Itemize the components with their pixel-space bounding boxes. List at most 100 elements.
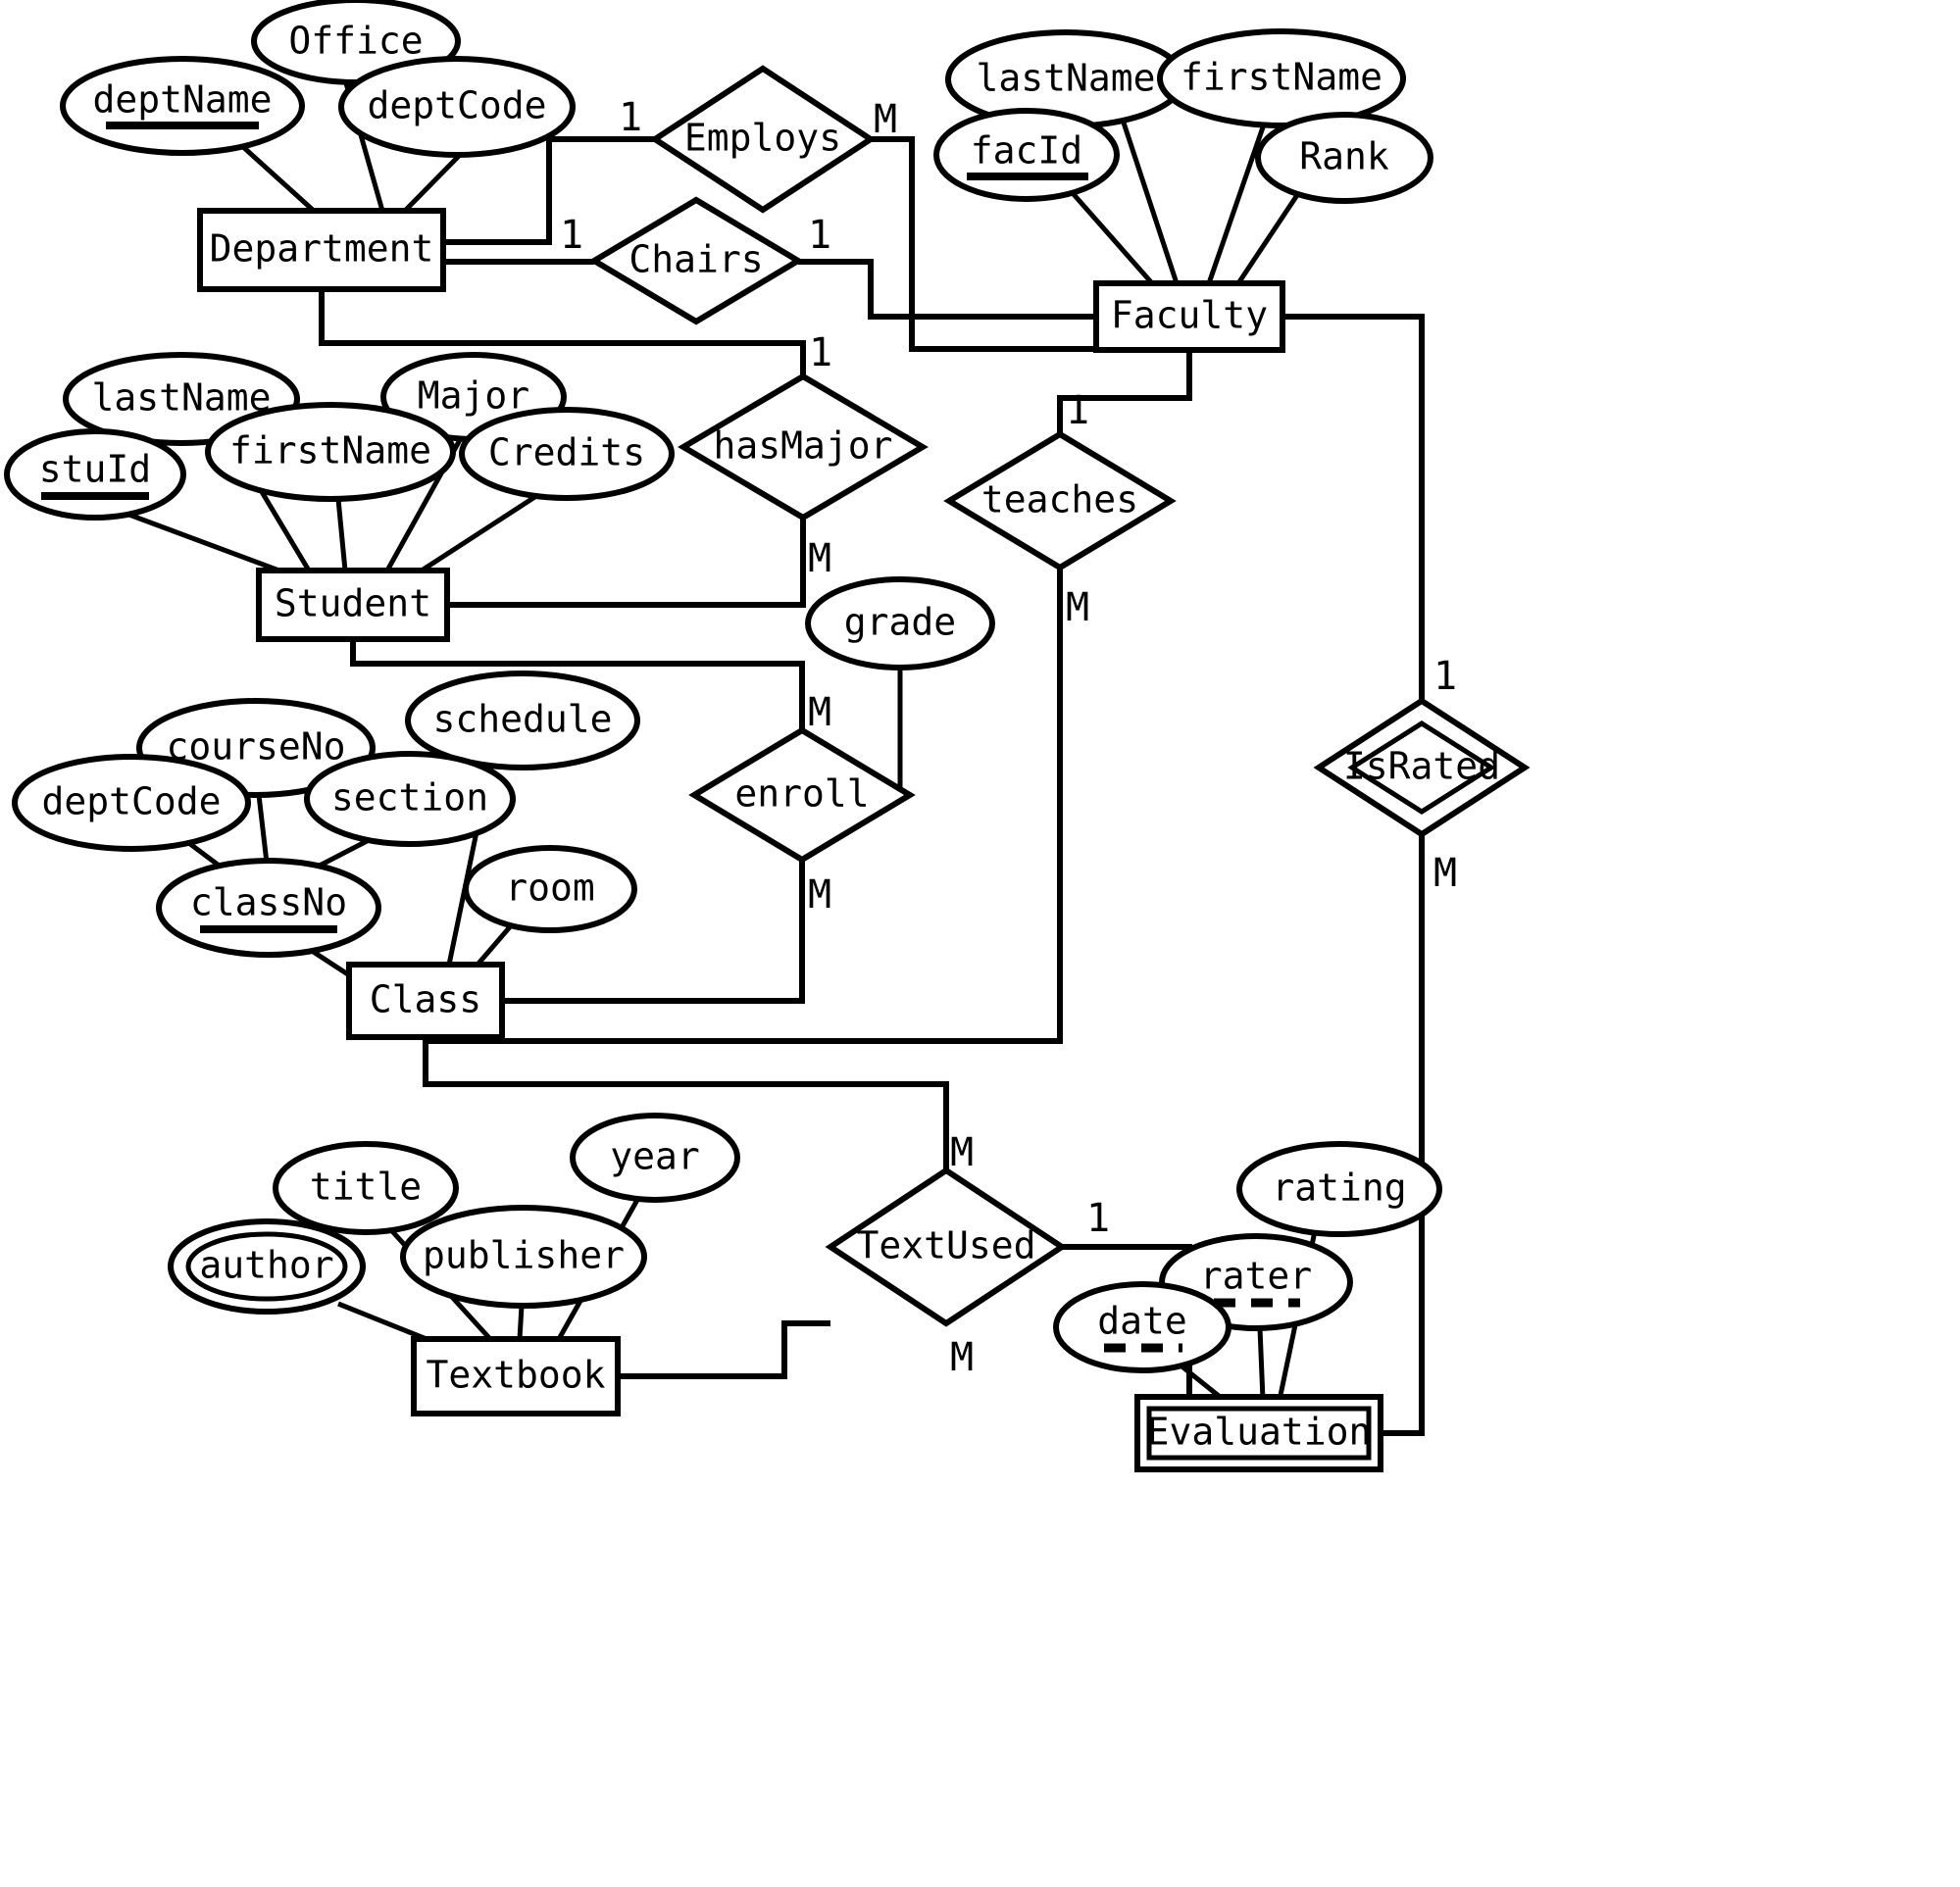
entity-department-label: Department xyxy=(210,227,434,271)
edge-textused-textbook xyxy=(618,1320,830,1379)
edge-faculty-rank xyxy=(1235,190,1302,285)
attribute-publisher[interactable]: publisher xyxy=(400,1205,647,1309)
attribute-date-label: date xyxy=(1097,1300,1187,1343)
relationship-israted-label: IsRated xyxy=(1343,745,1500,788)
attribute-firstname-faculty-label: firstName xyxy=(1181,56,1382,99)
edge-faculty-israted xyxy=(1282,314,1425,701)
entity-student-label: Student xyxy=(275,582,431,625)
cardinality-chairs-department: 1 xyxy=(560,213,583,258)
cardinality-enroll-student: M xyxy=(808,690,831,735)
relationship-hasmajor[interactable]: hasMajor xyxy=(678,372,929,521)
edge-department-deptcode xyxy=(403,152,463,213)
cardinality-teaches-class: M xyxy=(1066,585,1089,630)
entity-evaluation[interactable]: Evaluation xyxy=(1134,1394,1383,1472)
attribute-office-label: Office xyxy=(288,20,423,63)
attribute-stuid-label: stuId xyxy=(39,448,151,491)
cardinality-teaches-faculty: 1 xyxy=(1066,388,1089,433)
entity-textbook-label: Textbook xyxy=(426,1354,605,1397)
relationship-employs[interactable]: Employs xyxy=(649,65,877,214)
edge-textbook-author xyxy=(337,1301,432,1344)
attribute-date[interactable]: date xyxy=(1053,1281,1231,1373)
entity-faculty[interactable]: Faculty xyxy=(1093,280,1285,353)
cardinality-employs-faculty: M xyxy=(874,97,897,142)
entity-class-label: Class xyxy=(370,978,481,1021)
relationship-teaches[interactable]: teaches xyxy=(943,430,1177,571)
entity-faculty-label: Faculty xyxy=(1111,294,1268,337)
attribute-layer: Office deptName deptCode lastName firstN… xyxy=(4,0,1442,1373)
attribute-rating[interactable]: rating xyxy=(1236,1141,1442,1237)
cardinality-israted-evaluation: M xyxy=(1433,851,1457,896)
attribute-author-label: author xyxy=(199,1244,333,1287)
entity-class[interactable]: Class xyxy=(346,962,505,1040)
entity-department[interactable]: Department xyxy=(197,208,446,292)
attribute-facid-label: facId xyxy=(971,129,1082,173)
edge-student-stuid xyxy=(126,511,285,575)
attribute-section-label: section xyxy=(331,776,488,819)
attribute-facid[interactable]: facId xyxy=(933,108,1120,202)
attribute-classno[interactable]: classNo xyxy=(156,858,381,958)
entity-student[interactable]: Student xyxy=(256,568,450,642)
attribute-deptcode-department-label: deptCode xyxy=(367,84,546,127)
attribute-rank-label: Rank xyxy=(1299,135,1389,178)
attribute-deptname-label: deptName xyxy=(92,78,272,122)
relationship-enroll[interactable]: enroll xyxy=(688,726,916,864)
cardinality-textused-textbook: M xyxy=(950,1335,974,1380)
cardinality-textused-class: M xyxy=(950,1130,974,1175)
relationship-enroll-label: enroll xyxy=(734,772,869,816)
relationship-israted[interactable]: IsRated xyxy=(1313,697,1531,838)
relationship-employs-label: Employs xyxy=(684,117,841,160)
attribute-author[interactable]: author xyxy=(168,1218,366,1315)
edge-student-firstname xyxy=(335,498,348,571)
attribute-room-label: room xyxy=(505,867,595,910)
edge-class-courseno xyxy=(256,794,270,864)
attribute-lastname-faculty-label: lastName xyxy=(976,57,1155,100)
relationship-textused-label: TextUsed xyxy=(856,1224,1035,1267)
relationship-chairs[interactable]: Chairs xyxy=(588,196,804,325)
attribute-title[interactable]: title xyxy=(273,1141,459,1235)
attribute-year-label: year xyxy=(610,1135,700,1178)
cardinality-hasmajor-student: M xyxy=(808,536,831,581)
attribute-credits-label: Credits xyxy=(488,431,645,474)
attribute-rank[interactable]: Rank xyxy=(1255,112,1433,204)
edge-israted-evaluation xyxy=(1381,834,1425,1436)
relationship-teaches-label: teaches xyxy=(981,478,1138,521)
attribute-lastname-student-label: lastName xyxy=(91,376,271,420)
entity-textbook[interactable]: Textbook xyxy=(411,1336,621,1416)
attribute-deptcode-class-label: deptCode xyxy=(41,780,221,823)
attribute-room[interactable]: room xyxy=(463,845,637,933)
cardinality-textused-evaluation: 1 xyxy=(1086,1196,1110,1241)
er-diagram: Office deptName deptCode lastName firstN… xyxy=(0,0,1960,1887)
cardinality-enroll-class: M xyxy=(808,872,831,918)
edge-chairs-faculty xyxy=(798,259,1096,320)
attribute-firstname-faculty[interactable]: firstName xyxy=(1157,28,1406,128)
attribute-firstname-student-label: firstName xyxy=(229,429,431,472)
cardinality-hasmajor-department: 1 xyxy=(809,330,832,375)
attribute-firstname-student[interactable]: firstName xyxy=(205,402,456,502)
attribute-stuid[interactable]: stuId xyxy=(4,428,186,521)
attribute-section[interactable]: section xyxy=(304,751,516,847)
attribute-classno-label: classNo xyxy=(190,881,347,924)
attribute-year[interactable]: year xyxy=(570,1113,740,1203)
relationship-hasmajor-label: hasMajor xyxy=(713,424,892,468)
relationship-textused[interactable]: TextUsed xyxy=(825,1167,1068,1327)
edge-department-deptname xyxy=(240,144,316,213)
edge-class-section xyxy=(314,835,375,870)
attribute-grade-label: grade xyxy=(844,601,956,644)
attribute-rater-label: rater xyxy=(1200,1255,1312,1298)
cardinality-chairs-faculty: 1 xyxy=(808,213,831,258)
attribute-rating-label: rating xyxy=(1272,1167,1406,1210)
attribute-deptname[interactable]: deptName xyxy=(60,56,305,156)
attribute-grade[interactable]: grade xyxy=(805,576,995,670)
edge-student-credits xyxy=(420,493,538,573)
attribute-schedule-label: schedule xyxy=(432,698,612,741)
edge-faculty-facid xyxy=(1070,190,1154,285)
attribute-deptcode-class[interactable]: deptCode xyxy=(12,754,251,852)
entity-evaluation-label: Evaluation xyxy=(1147,1411,1372,1454)
edge-textbook-publisher xyxy=(517,1305,525,1340)
cardinality-israted-faculty: 1 xyxy=(1433,654,1457,699)
attribute-major-label: Major xyxy=(418,374,529,418)
attribute-deptcode-department[interactable]: deptCode xyxy=(338,56,576,158)
cardinality-employs-department: 1 xyxy=(619,95,642,140)
attribute-credits[interactable]: Credits xyxy=(459,407,675,501)
relationship-chairs-label: Chairs xyxy=(628,238,763,281)
